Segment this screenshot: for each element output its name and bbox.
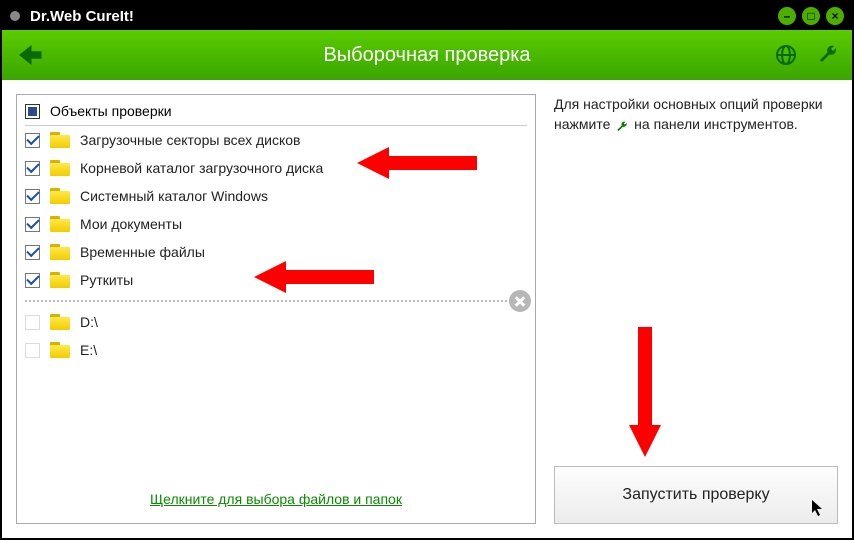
- item-label: E:\: [80, 342, 97, 358]
- titlebar: Dr.Web CureIt! – □ ×: [2, 2, 852, 30]
- select-all-checkbox[interactable]: [25, 104, 40, 119]
- checkbox[interactable]: [25, 217, 40, 232]
- info-text: Для настройки основных опций проверки на…: [554, 94, 838, 135]
- minimize-button[interactable]: –: [778, 7, 796, 25]
- maximize-button[interactable]: □: [802, 7, 820, 25]
- select-files-link[interactable]: Щелкните для выбора файлов и папок: [150, 491, 402, 507]
- list-item[interactable]: Корневой каталог загрузочного диска: [25, 154, 527, 182]
- close-button[interactable]: ×: [826, 7, 844, 25]
- checkbox[interactable]: [25, 315, 40, 330]
- wrench-icon[interactable]: [816, 43, 840, 67]
- folder-icon: [50, 132, 70, 148]
- folder-icon: [50, 188, 70, 204]
- drive-item[interactable]: E:\: [25, 336, 527, 364]
- list-item[interactable]: Мои документы: [25, 210, 527, 238]
- checkbox[interactable]: [25, 189, 40, 204]
- item-label: Системный каталог Windows: [80, 188, 268, 204]
- right-panel: Для настройки основных опций проверки на…: [554, 94, 838, 524]
- drive-item[interactable]: D:\: [25, 308, 527, 336]
- window-title: Dr.Web CureIt!: [30, 8, 772, 25]
- list-item[interactable]: Временные файлы: [25, 238, 527, 266]
- folder-icon: [50, 244, 70, 260]
- list-header: Объекты проверки: [25, 99, 527, 126]
- select-files-link-row: Щелкните для выбора файлов и папок: [25, 477, 527, 515]
- cursor-icon: [811, 499, 825, 517]
- folder-icon: [50, 342, 70, 358]
- start-button-label: Запустить проверку: [622, 486, 769, 504]
- checkbox[interactable]: [25, 273, 40, 288]
- globe-icon[interactable]: [774, 43, 798, 67]
- folder-icon: [50, 160, 70, 176]
- item-label: Мои документы: [80, 216, 182, 232]
- inline-wrench-icon: [614, 119, 630, 133]
- clear-icon[interactable]: [509, 290, 531, 312]
- page-title: Выборочная проверка: [2, 44, 852, 67]
- item-label: Корневой каталог загрузочного диска: [80, 160, 323, 176]
- objects-panel: Объекты проверки Загрузочные секторы все…: [16, 94, 536, 524]
- list-item[interactable]: Системный каталог Windows: [25, 182, 527, 210]
- checkbox[interactable]: [25, 133, 40, 148]
- app-icon: [10, 11, 20, 21]
- start-scan-button[interactable]: Запустить проверку: [554, 466, 838, 524]
- item-label: Временные файлы: [80, 244, 205, 260]
- checkbox[interactable]: [25, 161, 40, 176]
- list-item[interactable]: Загрузочные секторы всех дисков: [25, 126, 527, 154]
- checkbox[interactable]: [25, 343, 40, 358]
- checkbox[interactable]: [25, 245, 40, 260]
- info-part2: на панели инструментов.: [630, 116, 798, 132]
- list-item[interactable]: Руткиты: [25, 266, 527, 294]
- folder-icon: [50, 272, 70, 288]
- toolbar: Выборочная проверка: [2, 30, 852, 80]
- item-label: Руткиты: [80, 272, 133, 288]
- item-label: Загрузочные секторы всех дисков: [80, 132, 300, 148]
- folder-icon: [50, 314, 70, 330]
- folder-icon: [50, 216, 70, 232]
- back-button[interactable]: [14, 40, 44, 70]
- list-header-label: Объекты проверки: [50, 103, 172, 119]
- item-label: D:\: [80, 314, 98, 330]
- separator: [25, 300, 527, 302]
